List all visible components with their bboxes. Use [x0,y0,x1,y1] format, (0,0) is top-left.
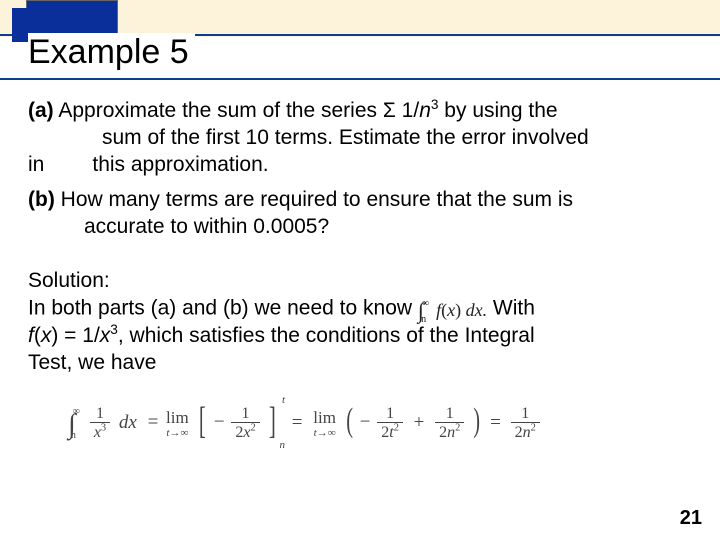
integral-upper: ∞ [422,298,429,309]
part-a-label: (a) [28,99,54,122]
page-number: 21 [680,507,702,530]
display-equation: ∫∞n1x3 dx = limt→∞ [ − 12x2 ]tn = limt→∞… [68,399,692,448]
part-b: (b) How many terms are required to ensur… [28,187,692,241]
bracket-close: ]tn [266,399,279,448]
exp-3: 3 [110,322,118,337]
bracket-open-icon: [ [199,397,206,446]
eq-text: = 1/ [58,324,99,347]
int-lower: n [71,430,76,441]
solution-line2: f(x) = 1/x3, which satisfies the conditi… [28,323,692,350]
x-var-2: x [100,324,111,347]
frac-1-over-2x2: 12x2 [231,405,259,443]
part-b-text-1: How many terms are required to ensure th… [55,188,573,211]
frac-1-over-2t2: 12t2 [377,405,403,443]
paren-open-icon: ( [346,399,353,443]
int-upper: ∞ [73,406,80,417]
integrand-x: x [447,300,455,320]
limit-2: limt→∞ [313,407,336,441]
frac-1-over-2n2-a: 12n2 [435,405,464,443]
page-title: Example 5 [28,33,195,72]
solution-line1: In both parts (a) and (b) we need to kno… [28,295,692,323]
part-b-line2: accurate to within 0.0005? [28,214,692,241]
part-b-label: (b) [28,188,55,211]
solution-block: Solution: In both parts (a) and (b) we n… [28,268,692,377]
minus-1: − [214,412,225,433]
part-a-in: in [28,153,44,176]
solution-line2-rest: , which satisfies the conditions of the … [118,324,535,347]
frac-1-over-x3: 1x3 [90,405,110,443]
paren-close-icon: ) [473,399,480,443]
part-a-text-1: Approximate the sum of the series [54,99,383,122]
part-a-text-2: 1/ [396,99,419,122]
frac-1-over-2n2-b: 12n2 [511,405,540,443]
solution-heading: Solution: [28,268,692,295]
part-a-line2: sum of the first 10 terms. Estimate the … [28,125,692,152]
part-a-line3-row: in this approximation. [28,152,692,179]
equals-3: = [490,412,501,433]
integral-lower: n [421,314,426,325]
x-var: x [41,324,52,347]
dx: dx [119,412,137,433]
header-bottom-rule [0,78,720,80]
limit-1: limt→∞ [166,407,189,441]
bracket-close-icon: ] [269,397,276,446]
slide-header: Example 5 [0,0,720,80]
inline-integral: ∫∞nf(x) dx. [418,295,487,323]
part-a-text-3: by using the [438,99,557,122]
sigma-symbol: Σ [383,99,396,122]
plus: + [414,412,425,433]
solution-line3: Test, we have [28,350,692,377]
part-a-line3: this approximation. [92,153,268,176]
equals-2: = [292,412,303,433]
variable-n: n [419,99,431,122]
integrand-dx: dx. [461,300,487,320]
part-a: (a) Approximate the sum of the series Σ … [28,98,692,179]
slide-body: (a) Approximate the sum of the series Σ … [0,90,720,448]
solution-line1-text1: In both parts (a) and (b) we need to kno… [28,297,418,320]
minus-2: − [360,412,371,433]
solution-line1-text2: With [487,297,535,320]
equals-1: = [148,412,159,433]
